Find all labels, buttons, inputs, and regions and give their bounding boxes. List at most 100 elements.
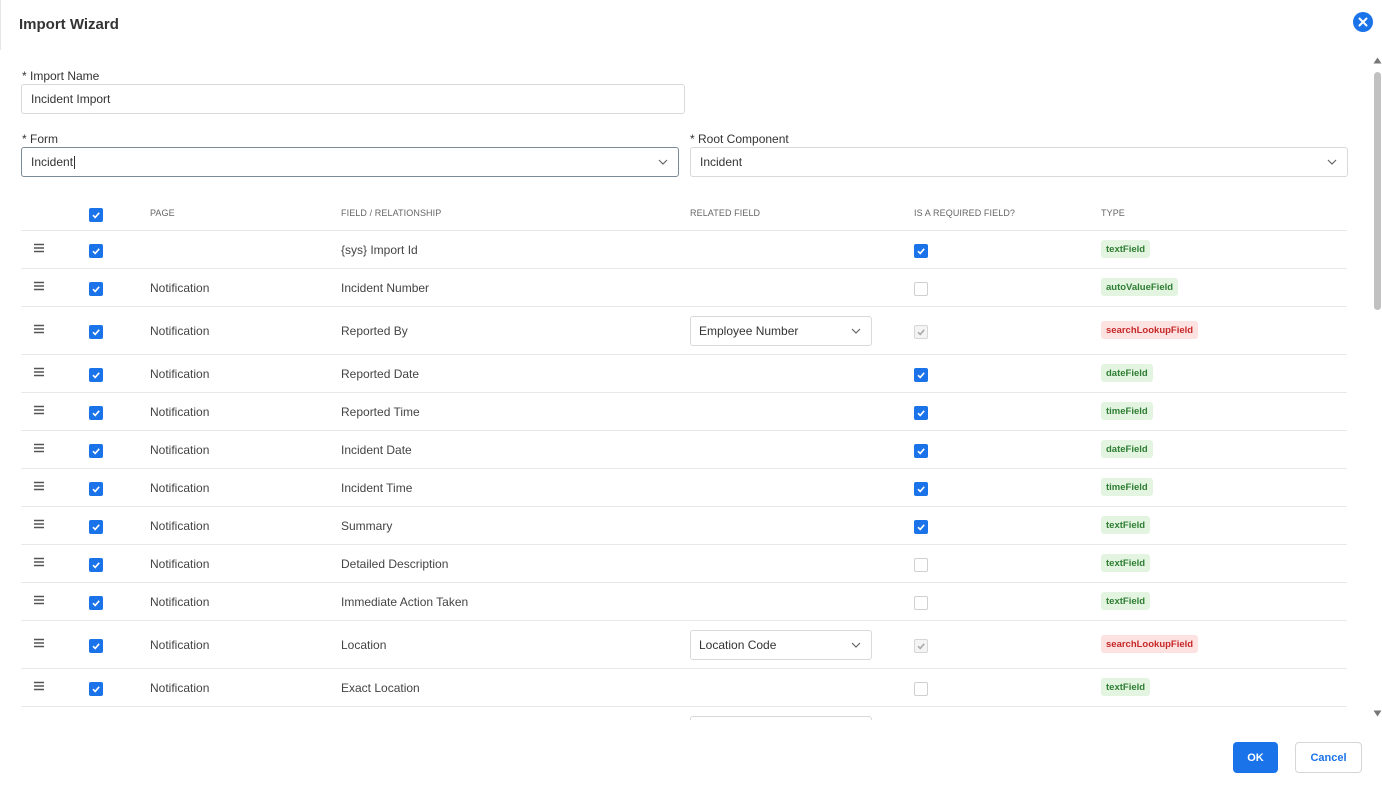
row-select-checkbox[interactable] xyxy=(89,520,103,534)
drag-handle-icon[interactable] xyxy=(33,405,45,415)
form-select[interactable]: Incident xyxy=(21,147,679,177)
row-select-checkbox[interactable] xyxy=(89,596,103,610)
page-cell: Notification xyxy=(150,681,210,695)
ok-button[interactable]: OK xyxy=(1233,742,1278,773)
drag-handle-icon[interactable] xyxy=(33,281,45,291)
required-checkbox[interactable] xyxy=(914,682,928,696)
root-component-label: * Root Component xyxy=(690,132,789,146)
required-checkbox[interactable] xyxy=(914,444,928,458)
form-select-value: Incident xyxy=(31,155,74,169)
row-select-checkbox[interactable] xyxy=(89,368,103,382)
drag-handle-icon[interactable] xyxy=(33,638,45,648)
chevron-down-icon xyxy=(658,159,668,165)
check-icon xyxy=(917,410,925,417)
root-component-select[interactable]: Incident xyxy=(690,147,1348,177)
column-header-required: IS A REQUIRED FIELD? xyxy=(914,208,1016,218)
scroll-down-icon[interactable] xyxy=(1373,710,1382,717)
row-select-checkbox[interactable] xyxy=(89,558,103,572)
drag-handle-icon[interactable] xyxy=(33,519,45,529)
text-caret xyxy=(74,155,76,169)
required-checkbox[interactable] xyxy=(914,282,928,296)
page-cell: Notification xyxy=(150,281,210,295)
row-select-checkbox[interactable] xyxy=(89,444,103,458)
required-checkbox[interactable] xyxy=(914,558,928,572)
column-header-type: TYPE xyxy=(1101,208,1125,218)
row-select-checkbox[interactable] xyxy=(89,244,103,258)
table-row: Notification Exact Location textField xyxy=(21,668,1347,706)
table-row: Notification Reported Time timeField xyxy=(21,392,1347,430)
drag-handle-icon[interactable] xyxy=(33,443,45,453)
row-select-checkbox[interactable] xyxy=(89,406,103,420)
related-field-select-partial[interactable] xyxy=(690,716,872,720)
related-field-value: Location Code xyxy=(699,638,777,652)
type-badge: textField xyxy=(1101,516,1151,534)
type-badge: textField xyxy=(1101,554,1151,572)
root-component-value: Incident xyxy=(700,155,743,169)
drag-handle-icon[interactable] xyxy=(33,243,45,253)
page-cell: Notification xyxy=(150,595,210,609)
drag-handle-icon[interactable] xyxy=(33,367,45,377)
drag-handle-icon[interactable] xyxy=(33,681,45,691)
cancel-button[interactable]: Cancel xyxy=(1295,742,1362,773)
check-icon xyxy=(92,410,100,417)
column-header-related: RELATED FIELD xyxy=(690,208,761,218)
check-icon xyxy=(92,600,100,607)
field-cell: Location xyxy=(341,638,387,652)
type-badge: textField xyxy=(1101,592,1151,610)
page-cell: Notification xyxy=(150,443,210,457)
drag-handle-icon[interactable] xyxy=(33,324,45,334)
check-icon xyxy=(917,448,925,455)
type-badge: dateField xyxy=(1101,364,1153,382)
select-all-checkbox[interactable] xyxy=(89,208,103,222)
row-select-checkbox[interactable] xyxy=(89,325,103,339)
required-checkbox[interactable] xyxy=(914,368,928,382)
drag-handle-icon[interactable] xyxy=(33,481,45,491)
required-checkbox[interactable] xyxy=(914,244,928,258)
table-row: Notification Summary textField xyxy=(21,506,1347,544)
column-header-page: PAGE xyxy=(150,208,175,218)
required-checkbox[interactable] xyxy=(914,325,928,339)
check-icon xyxy=(92,248,100,255)
row-select-checkbox[interactable] xyxy=(89,639,103,653)
required-checkbox[interactable] xyxy=(914,406,928,420)
row-select-checkbox[interactable] xyxy=(89,282,103,296)
table-row: Notification Immediate Action Taken textFi… xyxy=(21,582,1347,620)
close-icon xyxy=(1358,17,1368,27)
table-row: {sys} Import Id textField xyxy=(21,230,1347,268)
import-name-value: Incident Import xyxy=(31,92,111,106)
related-field-select[interactable]: Location Code xyxy=(690,630,872,660)
type-badge: textField xyxy=(1101,240,1151,258)
table-row: Notification Detailed Description textFiel… xyxy=(21,544,1347,582)
import-name-input[interactable]: Incident Import xyxy=(21,84,685,114)
form-label: * Form xyxy=(22,132,58,146)
drag-handle-icon[interactable] xyxy=(33,557,45,567)
check-icon xyxy=(92,643,100,650)
dialog-header: Import Wizard xyxy=(0,0,1382,50)
required-checkbox[interactable] xyxy=(914,520,928,534)
type-badge: textField xyxy=(1101,678,1151,696)
drag-handle-icon[interactable] xyxy=(33,595,45,605)
scroll-up-icon[interactable] xyxy=(1373,57,1382,64)
field-cell: Incident Number xyxy=(341,281,430,295)
check-icon xyxy=(92,486,100,493)
field-cell: Exact Location xyxy=(341,681,420,695)
related-field-select[interactable]: Employee Number xyxy=(690,316,872,346)
check-icon xyxy=(92,448,100,455)
type-badge: timeField xyxy=(1101,478,1153,496)
row-select-checkbox[interactable] xyxy=(89,482,103,496)
check-icon xyxy=(917,643,925,650)
scrollbar-thumb[interactable] xyxy=(1374,72,1381,310)
row-select-checkbox[interactable] xyxy=(89,682,103,696)
table-row: Notification Incident Time timeField xyxy=(21,468,1347,506)
page-cell: Notification xyxy=(150,519,210,533)
column-header-field: FIELD / RELATIONSHIP xyxy=(341,208,442,218)
check-icon xyxy=(917,248,925,255)
import-name-label: * Import Name xyxy=(22,69,100,83)
check-icon xyxy=(917,486,925,493)
close-button[interactable] xyxy=(1353,12,1373,32)
required-checkbox[interactable] xyxy=(914,482,928,496)
field-cell: Reported By xyxy=(341,324,408,338)
required-checkbox[interactable] xyxy=(914,596,928,610)
required-checkbox[interactable] xyxy=(914,639,928,653)
check-icon xyxy=(92,212,100,219)
